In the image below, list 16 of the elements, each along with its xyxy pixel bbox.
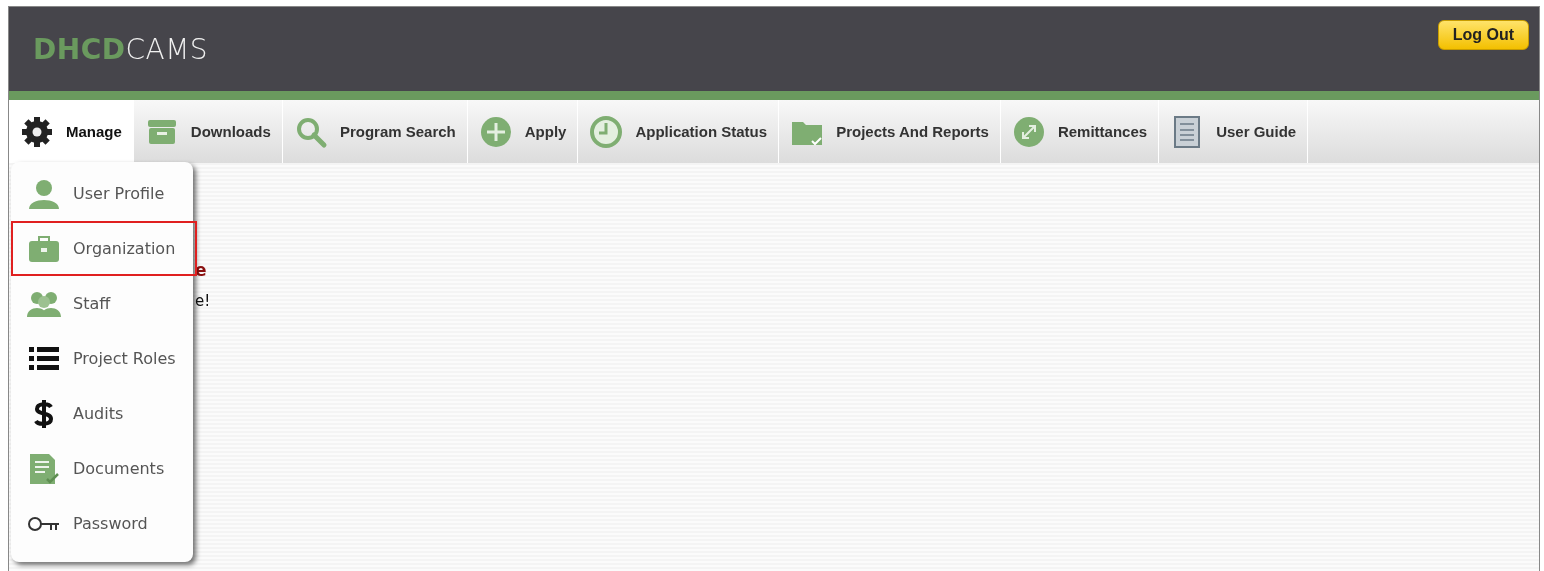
menu-item[interactable]: User Profile bbox=[11, 166, 197, 221]
clock-icon bbox=[589, 114, 624, 149]
plus-icon bbox=[478, 114, 513, 149]
gear-icon bbox=[20, 114, 54, 149]
arrows-icon bbox=[1011, 114, 1046, 149]
document-icon bbox=[27, 451, 61, 486]
menu-item[interactable]: Audits bbox=[11, 386, 197, 441]
nav-tab[interactable]: Manage bbox=[9, 100, 134, 163]
menu-item[interactable]: Documents bbox=[11, 441, 197, 496]
menu-item[interactable]: Password bbox=[11, 496, 197, 551]
log-out-button[interactable]: Log Out bbox=[1437, 20, 1529, 50]
menu-item[interactable]: Organization bbox=[11, 221, 197, 276]
menu-item[interactable]: Project Roles bbox=[11, 331, 197, 386]
logo: DHCDCAMS bbox=[33, 32, 209, 66]
menu-item[interactable]: Staff bbox=[11, 276, 197, 331]
empty-message: e! bbox=[195, 292, 211, 310]
